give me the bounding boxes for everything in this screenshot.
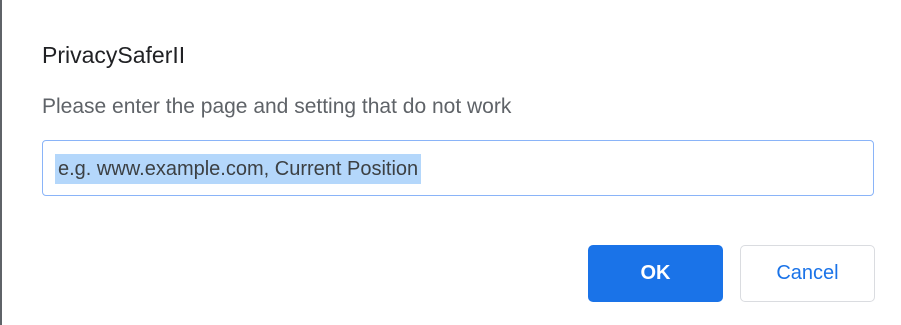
dialog-title: PrivacySaferII [42,42,186,68]
cancel-button[interactable]: Cancel [740,245,875,302]
dialog-message: Please enter the page and setting that d… [42,95,512,118]
prompt-dialog: PrivacySaferII Please enter the page and… [2,0,901,325]
ok-button[interactable]: OK [588,245,723,302]
prompt-input-field[interactable]: e.g. www.example.com, Current Position [42,140,874,196]
prompt-input-value[interactable]: e.g. www.example.com, Current Position [55,154,422,184]
